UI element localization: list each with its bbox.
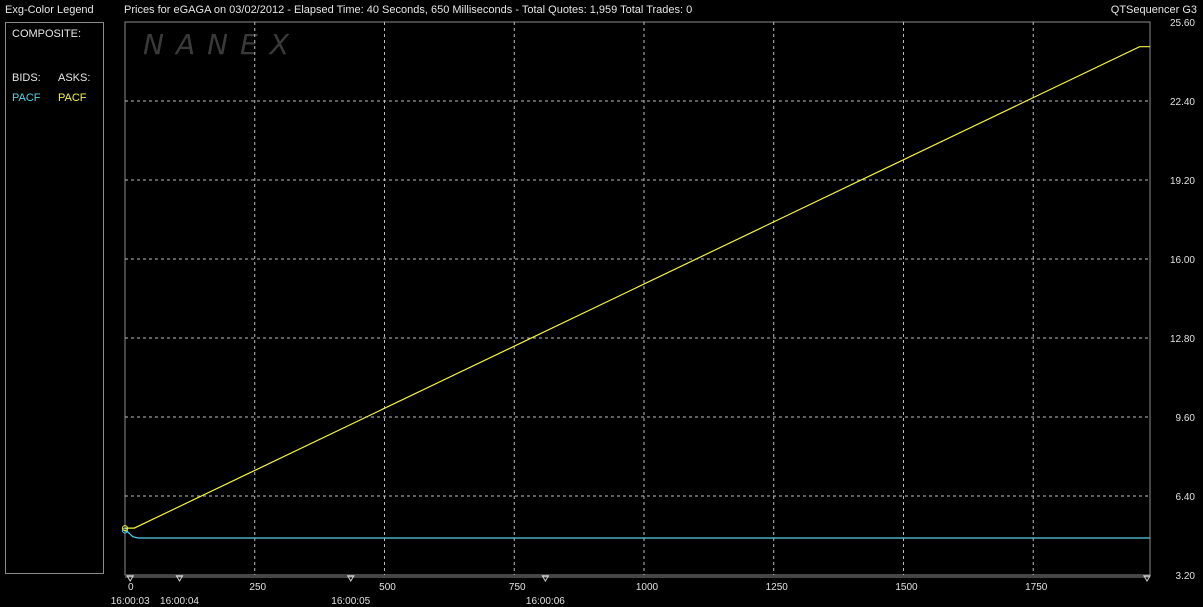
time-label: 16:00:04 (160, 596, 199, 607)
grid-lines (125, 22, 1150, 575)
ask-series-line[interactable] (125, 46, 1150, 529)
bid-series-line[interactable] (124, 530, 1150, 539)
time-label: 16:00:06 (526, 596, 565, 607)
axis-ticks: 0 250 500 750 1000 1250 1500 1750 25.60 22.40 19.2… (111, 18, 1196, 607)
y-tick-label: 25.60 (1170, 18, 1195, 29)
x-tick-label: 1500 (895, 582, 918, 593)
series-layer (122, 46, 1150, 539)
y-tick-label: 3.20 (1176, 571, 1196, 582)
y-tick-label: 22.40 (1170, 97, 1195, 108)
time-label: 16:00:03 (111, 596, 150, 607)
x-tick-label: 0 (128, 582, 134, 593)
nanex-watermark: NANEX (143, 28, 301, 61)
plot-area (124, 21, 1151, 576)
x-tick-label: 250 (249, 582, 266, 593)
x-tick-label: 750 (509, 582, 526, 593)
x-tick-label: 1250 (766, 582, 789, 593)
y-tick-label: 12.80 (1170, 334, 1195, 345)
y-tick-label: 19.20 (1170, 176, 1195, 187)
plot-frame (124, 21, 1151, 576)
y-tick-label: 16.00 (1170, 255, 1195, 266)
y-tick-label: 6.40 (1176, 492, 1196, 503)
y-tick-label: 9.60 (1176, 413, 1196, 424)
x-tick-label: 500 (379, 582, 396, 593)
time-label: 16:00:05 (331, 596, 370, 607)
x-tick-label: 1750 (1025, 582, 1048, 593)
price-chart[interactable]: NANEX 0 250 500 750 1000 1250 1500 1750 25.60 22.… (0, 0, 1203, 607)
x-tick-label: 1000 (636, 582, 659, 593)
